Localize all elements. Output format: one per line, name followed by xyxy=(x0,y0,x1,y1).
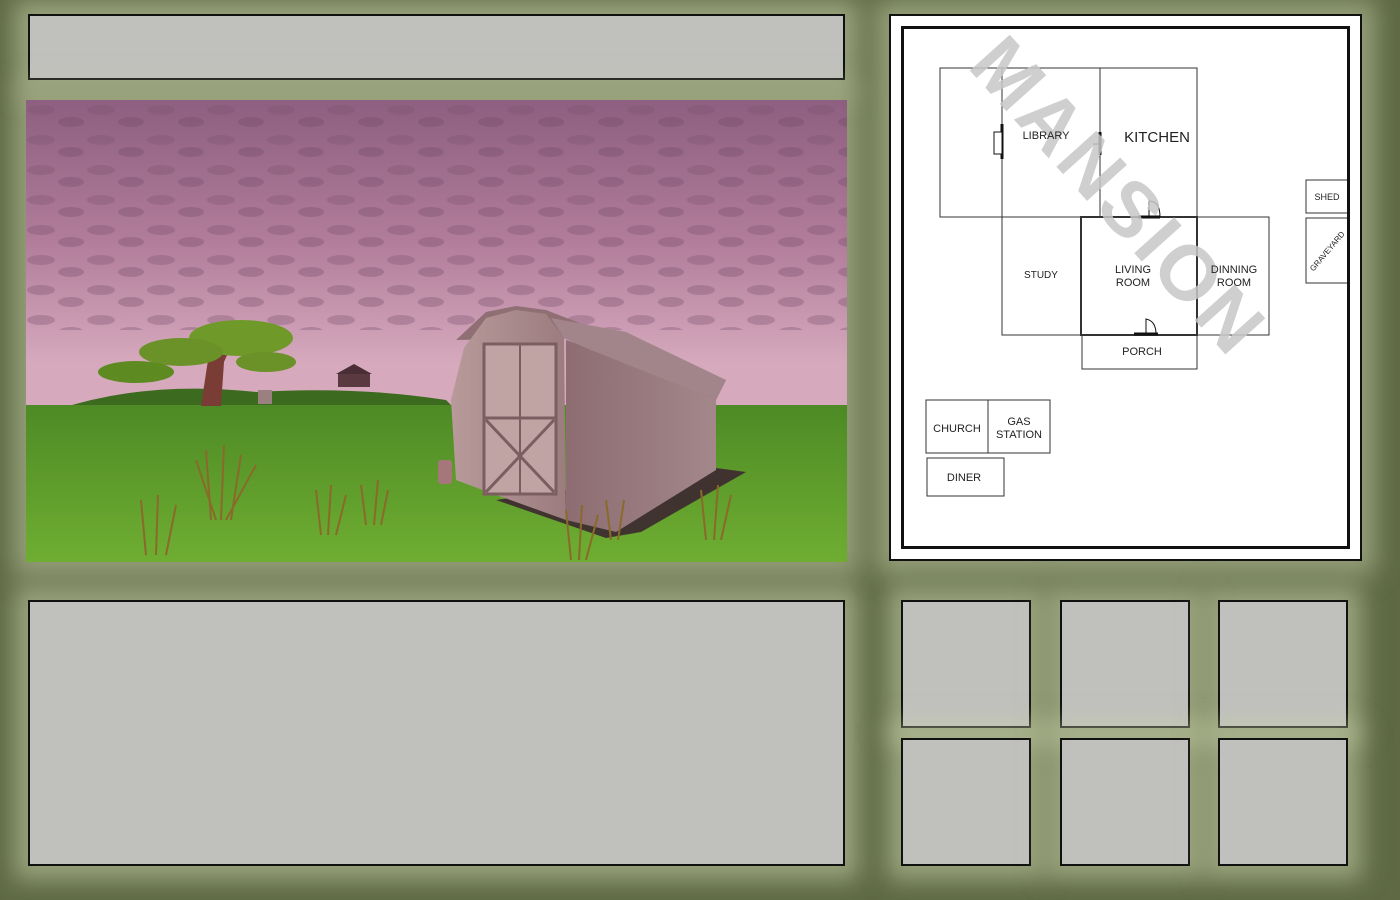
label-library: LIBRARY xyxy=(1023,130,1071,142)
shed-scene-image xyxy=(26,100,847,562)
label-kitchen: KITCHEN xyxy=(1124,129,1190,146)
label-diner: DINER xyxy=(947,472,981,484)
inventory-slot-1[interactable] xyxy=(901,600,1031,728)
label-living-2: ROOM xyxy=(1116,277,1150,289)
window-icon xyxy=(993,131,1003,155)
dialogue-box xyxy=(28,600,845,866)
label-dinning-1: DINNING xyxy=(1211,264,1257,276)
scene-view[interactable] xyxy=(26,100,847,562)
inventory-slot-4[interactable] xyxy=(901,738,1031,866)
title-bar xyxy=(28,14,845,80)
inventory-slot-2[interactable] xyxy=(1060,600,1190,728)
inventory-slot-5[interactable] xyxy=(1060,738,1190,866)
label-study: STUDY xyxy=(1024,270,1058,281)
label-shed: SHED xyxy=(1314,192,1340,202)
map-inner: MANSION LIBRARY KITCHEN STUDY LIVING ROO… xyxy=(901,26,1350,549)
label-porch: PORCH xyxy=(1122,346,1162,358)
inventory-slot-6[interactable] xyxy=(1218,738,1348,866)
label-living-1: LIVING xyxy=(1115,264,1151,276)
label-church: CHURCH xyxy=(933,423,981,435)
map-panel: MANSION LIBRARY KITCHEN STUDY LIVING ROO… xyxy=(889,14,1362,561)
inventory-slot-3[interactable] xyxy=(1218,600,1348,728)
label-dinning-2: ROOM xyxy=(1217,277,1251,289)
map-svg: MANSION LIBRARY KITCHEN STUDY LIVING ROO… xyxy=(925,29,1347,497)
map-watermark: MANSION xyxy=(954,29,1285,373)
label-gas-1: GAS xyxy=(1007,416,1030,428)
label-gas-2: STATION xyxy=(996,429,1042,441)
label-graveyard: GRAVEYARD xyxy=(1308,229,1347,273)
